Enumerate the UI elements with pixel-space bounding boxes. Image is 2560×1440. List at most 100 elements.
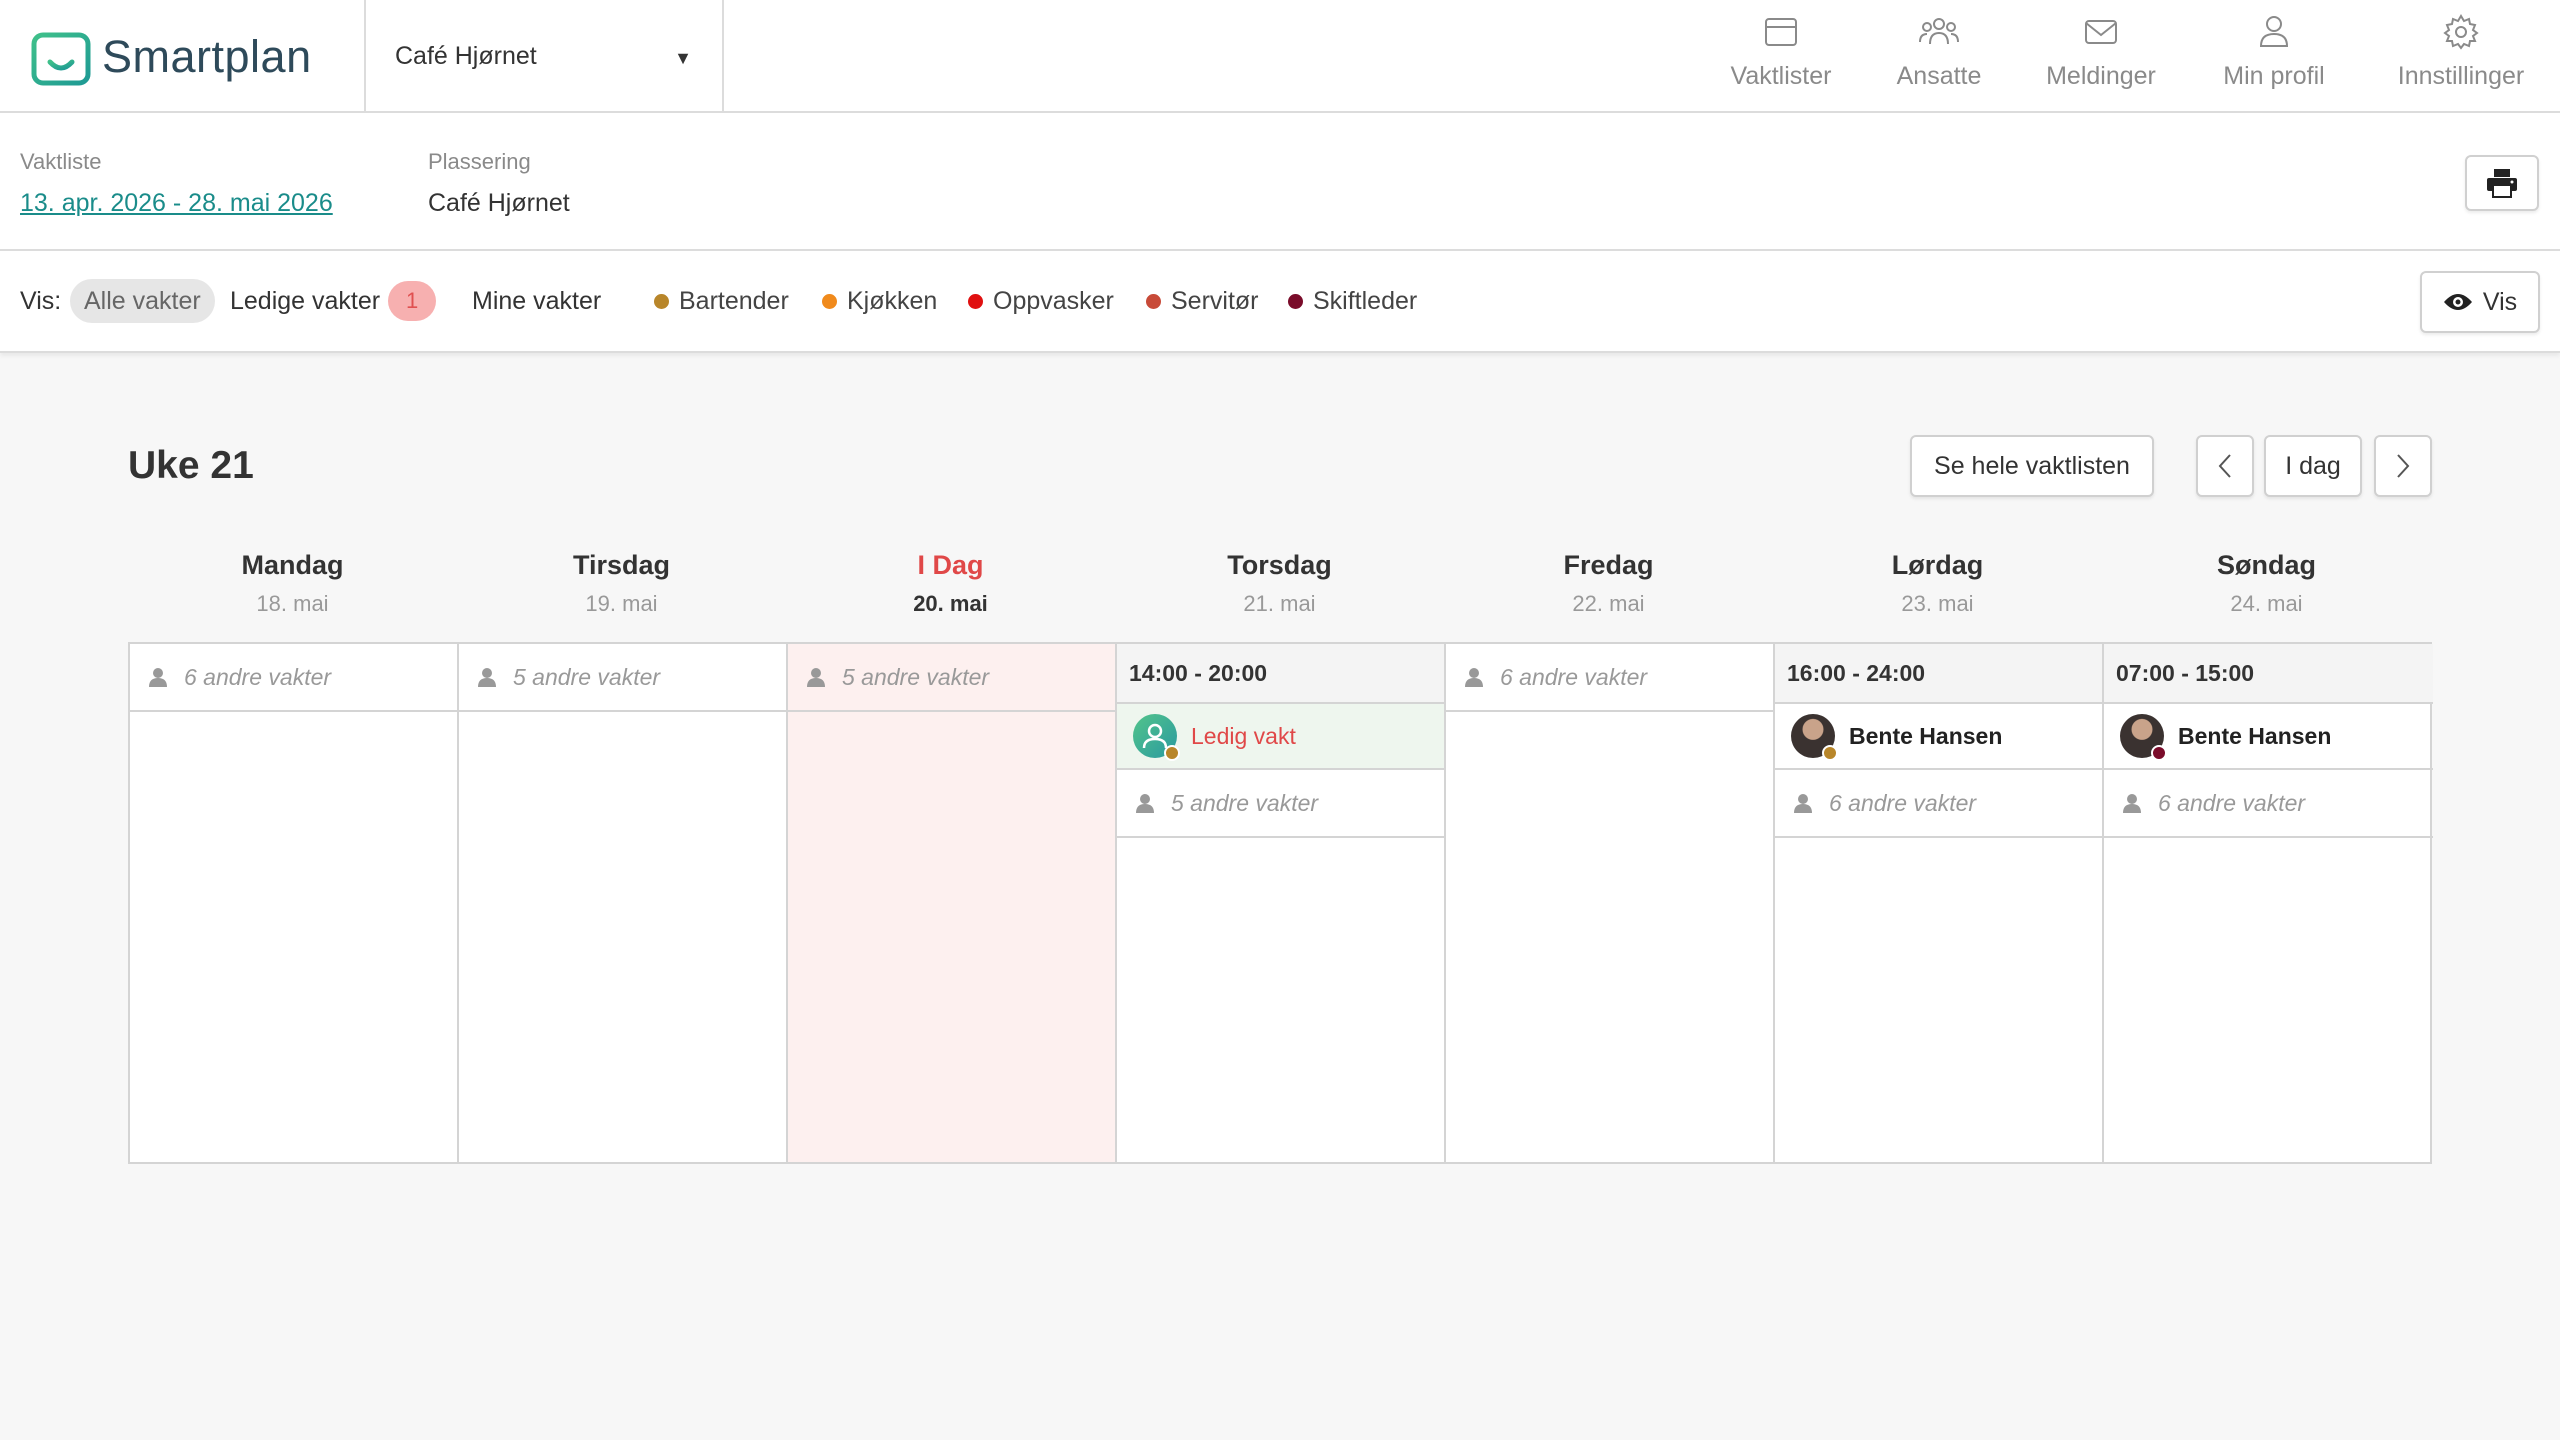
employee-shift-item[interactable]: Bente Hansen [2104, 704, 2433, 770]
day-header-sondag: Søndag 24. mai [2102, 550, 2431, 617]
nav-label: Vaktlister [1730, 62, 1832, 90]
employee-name: Bente Hansen [2178, 722, 2332, 749]
other-shifts-label: 6 andre vakter [2158, 789, 2306, 816]
printer-icon [2487, 169, 2517, 198]
gear-icon [2443, 14, 2479, 50]
day-header-torsdag: Torsdag 21. mai [1115, 550, 1444, 617]
open-shifts-count-badge: 1 [388, 281, 437, 321]
role-filter-skiftleder[interactable]: Skiftleder [1288, 279, 1417, 323]
other-shifts-cell[interactable]: 6 andre vakter [130, 644, 457, 712]
other-shifts-label: 5 andre vakter [842, 663, 990, 690]
role-filter-bartender[interactable]: Bartender [654, 279, 789, 323]
filter-all-shifts[interactable]: Alle vakter [70, 279, 215, 323]
role-filter-oppvasker[interactable]: Oppvasker [968, 279, 1114, 323]
nav-meldinger[interactable]: Meldinger [2016, 0, 2186, 113]
print-button[interactable] [2465, 155, 2539, 211]
filter-open-shifts[interactable]: Ledige vakter 1 [230, 279, 437, 323]
person-icon [1465, 668, 1483, 687]
venue-select[interactable]: Café Hjørnet ▼ [367, 0, 722, 113]
day-header-mandag: Mandag 18. mai [128, 550, 457, 617]
day-name: Lørdag [1891, 550, 1984, 580]
nav-min-profil[interactable]: Min profil [2186, 0, 2362, 113]
nav-label: Innstillinger [2397, 62, 2525, 90]
see-full-roster-button[interactable]: Se hele vaktlisten [1910, 435, 2154, 497]
nav-innstillinger[interactable]: Innstillinger [2362, 0, 2560, 113]
role-filter-kjokken[interactable]: Kjøkken [822, 279, 937, 323]
role-label: Bartender [679, 286, 789, 315]
day-header-today: I Dag 20. mai [786, 550, 1115, 617]
roster-range-link[interactable]: 13. apr. 2026 - 28. mai 2026 [20, 189, 333, 218]
person-icon [149, 668, 167, 687]
filter-open-shifts-label: Ledige vakter [230, 286, 381, 315]
chevron-left-icon [2218, 454, 2231, 478]
shift-time-header: 14:00 - 20:00 [1117, 644, 1444, 704]
nav-label: Min profil [2223, 62, 2325, 90]
day-name: Mandag [241, 550, 344, 580]
role-color-dot [1822, 745, 1838, 761]
nav-vaktlister[interactable]: Vaktlister [1700, 0, 1862, 113]
nav-label: Meldinger [2046, 62, 2156, 90]
day-column-torsdag: 14:00 - 20:00 Ledig vakt 5 andre vakter [1117, 644, 1446, 1162]
today-button[interactable]: I dag [2264, 435, 2362, 497]
venue-select-value: Café Hjørnet [395, 42, 537, 70]
other-shifts-cell[interactable]: 6 andre vakter [2104, 770, 2433, 838]
caret-down-icon: ▼ [674, 48, 692, 68]
users-icon [1919, 18, 1959, 45]
app-name: Smartplan [102, 31, 312, 82]
other-shifts-cell[interactable]: 5 andre vakter [1117, 770, 1444, 838]
other-shifts-cell[interactable]: 5 andre vakter [459, 644, 786, 712]
day-header-lordag: Lørdag 23. mai [1773, 550, 2102, 617]
open-shift-avatar [1133, 714, 1180, 761]
app-header: Smartplan Café Hjørnet ▼ Vaktlister Ansa… [0, 0, 2560, 113]
day-header-tirsdag: Tirsdag 19. mai [457, 550, 786, 617]
role-filter-servitor[interactable]: Servitør [1146, 279, 1259, 323]
app-logo[interactable]: Smartplan [30, 24, 312, 90]
view-options-button[interactable]: Vis [2420, 271, 2540, 333]
day-date: 20. mai [913, 591, 988, 616]
open-shift-item[interactable]: Ledig vakt [1117, 704, 1444, 770]
other-shifts-cell[interactable]: 6 andre vakter [1446, 644, 1773, 712]
day-date: 19. mai [585, 591, 658, 616]
next-week-button[interactable] [2374, 435, 2432, 497]
role-color-dot [968, 293, 983, 309]
filter-my-shifts[interactable]: Mine vakter [472, 279, 601, 323]
other-shifts-cell[interactable]: 5 andre vakter [788, 644, 1115, 712]
calendar-icon [1765, 18, 1797, 46]
day-column-lordag: 16:00 - 24:00 Bente Hansen 6 andre vakte… [1775, 644, 2104, 1162]
employee-avatar [2120, 714, 2167, 761]
shift-time-header: 07:00 - 15:00 [2104, 644, 2433, 704]
employee-name: Bente Hansen [1849, 722, 2003, 749]
employee-shift-item[interactable]: Bente Hansen [1775, 704, 2102, 770]
roster-label: Vaktliste [20, 149, 102, 174]
eye-icon [2443, 294, 2472, 310]
nav-ansatte[interactable]: Ansatte [1862, 0, 2016, 113]
day-column-tirsdag: 5 andre vakter [459, 644, 788, 1162]
other-shifts-label: 6 andre vakter [1500, 663, 1648, 690]
day-name: Søndag [2217, 550, 2316, 580]
mail-icon [2085, 20, 2117, 44]
previous-week-button[interactable] [2196, 435, 2254, 497]
day-name: Tirsdag [572, 550, 671, 580]
roster-info-bar: Vaktliste 13. apr. 2026 - 28. mai 2026 P… [0, 113, 2560, 251]
person-icon [478, 668, 496, 687]
header-divider [364, 0, 366, 113]
role-label: Kjøkken [847, 286, 938, 315]
other-shifts-label: 5 andre vakter [1171, 789, 1319, 816]
user-icon [2259, 16, 2289, 47]
day-column-today: 5 andre vakter [788, 644, 1117, 1162]
day-name: I Dag [917, 550, 984, 580]
day-name: Fredag [1563, 550, 1654, 580]
filter-bar: Vis: Alle vakter Ledige vakter 1 Mine va… [0, 251, 2560, 353]
day-column-sondag: 07:00 - 15:00 Bente Hansen 6 andre vakte… [2104, 644, 2433, 1162]
other-shifts-cell[interactable]: 6 andre vakter [1775, 770, 2102, 838]
role-color-dot [1164, 745, 1180, 761]
main-nav: Vaktlister Ansatte Meldinger Min profil [1700, 0, 2560, 113]
role-label: Oppvasker [993, 286, 1114, 315]
header-divider [722, 0, 724, 113]
day-column-fredag: 6 andre vakter [1446, 644, 1775, 1162]
role-color-dot [2151, 745, 2167, 761]
other-shifts-label: 6 andre vakter [184, 663, 332, 690]
location-label: Plassering [428, 149, 531, 174]
chevron-right-icon [2397, 454, 2410, 478]
day-column-mandag: 6 andre vakter [130, 644, 459, 1162]
